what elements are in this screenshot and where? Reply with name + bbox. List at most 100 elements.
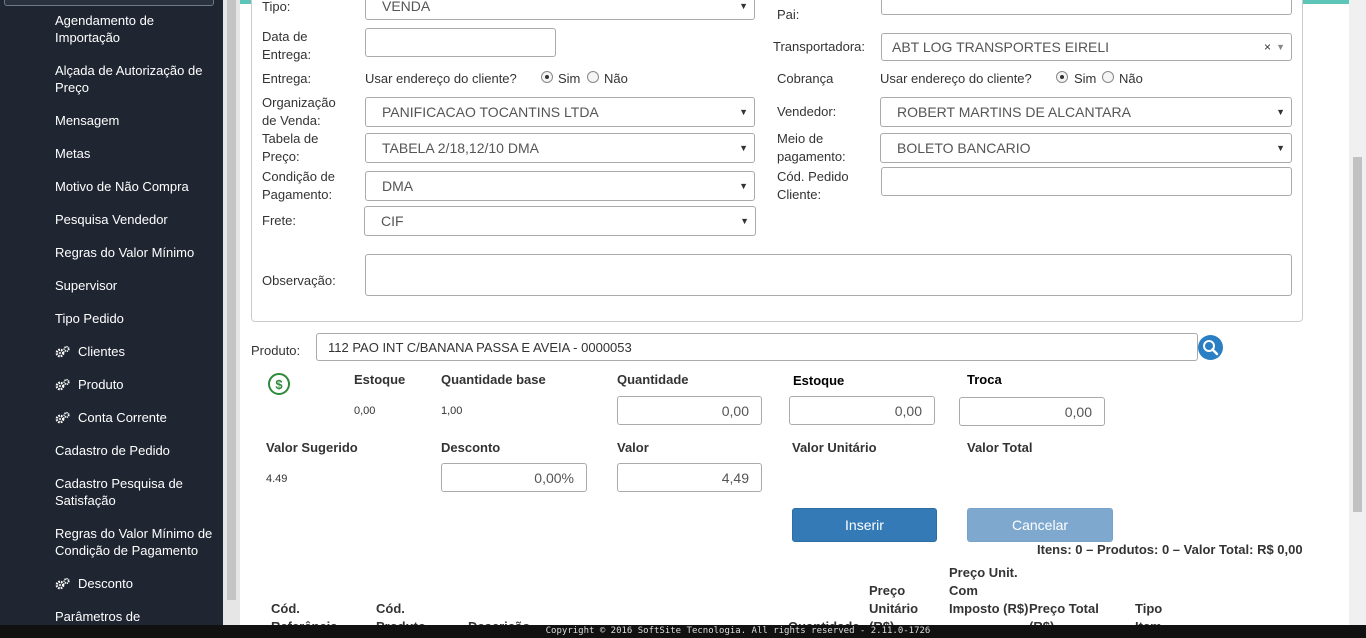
sidebar-item-cadastro-pedido[interactable]: Cadastro de Pedido [55,442,215,459]
cod-pedido-label: Cód. Pedido Cliente: [777,169,849,202]
observacao-textarea[interactable] [365,254,1292,296]
sidebar-item-regras-valor-minimo[interactable]: Regras do Valor Mínimo [55,244,215,261]
sidebar-item-produto[interactable]: Produto [55,376,215,393]
sidebar-item-pesquisa-vendedor[interactable]: Pesquisa Vendedor [55,211,215,228]
sidebar-item-supervisor[interactable]: Supervisor [55,277,215,294]
footer-copyright: Copyright © 2016 SoftSite Tecnologia. Al… [0,625,1366,638]
sidebar-item-label: Desconto [78,576,133,591]
search-button[interactable] [1198,335,1223,360]
tabela-preco-value: TABELA 2/18,12/10 DMA [382,140,539,156]
vendedor-label: Vendedor: [777,104,837,119]
sidebar-scrollbar[interactable] [223,0,240,638]
produto-label: Produto: [251,343,301,358]
produto-input[interactable]: 112 PAO INT C/BANANA PASSA E AVEIA - 000… [316,333,1198,361]
transportadora-value: ABT LOG TRANSPORTES EIRELI [892,39,1110,55]
sidebar-selected-item[interactable] [4,0,214,6]
sidebar-item-label: Mensagem [55,113,120,128]
sidebar-item-tipo-pedido[interactable]: Tipo Pedido [55,310,215,327]
sidebar-item-label: Clientes [78,344,125,359]
entrega-label: Entrega: [262,71,312,86]
sidebar-item-label: Tipo Pedido [55,311,124,326]
main-content: Tipo: VENDA ▼ Pai: Data de Entrega: Tran… [240,0,1349,626]
cobranca-sim-radio[interactable] [1056,71,1068,83]
estoque-troca-label: Estoque [793,373,845,388]
qtd-base-value: 1,00 [441,405,463,417]
sidebar-item-label: Alçada de Autorização de Preço [55,63,203,95]
vendedor-select[interactable]: ROBERT MARTINS DE ALCANTARA ▼ [880,97,1292,127]
observacao-label: Observação: [262,273,336,288]
clear-icon[interactable]: × [1264,40,1271,54]
org-venda-label: Organização de Venda: [262,95,336,128]
frete-select[interactable]: CIF ▼ [364,206,756,236]
sidebar-scrollbar-thumb[interactable] [227,0,236,600]
tipo-select[interactable]: VENDA ▼ [365,0,755,20]
sidebar-item-clientes[interactable]: Clientes [55,343,215,360]
chevron-down-icon: ▼ [1276,143,1285,153]
chevron-down-icon: ▼ [739,1,748,11]
col-tipo-item: Tipo Item [1135,601,1163,626]
meio-pagamento-label: Meio de pagamento: [777,131,846,164]
entrega-usar-endereco-label: Usar endereço do cliente? [365,71,517,86]
col-preco-unit-imposto: Preço Unit. Com Imposto (R$) [949,565,1029,616]
tabela-preco-select[interactable]: TABELA 2/18,12/10 DMA ▼ [365,133,755,163]
entrega-nao-radio[interactable] [587,71,599,83]
sidebar-item-desconto[interactable]: Desconto [55,575,215,592]
col-cod-referencia: Cód. Referência [271,601,337,626]
sidebar-item-parametros[interactable]: Parâmetros de [55,608,215,625]
sidebar-item-label: Produto [78,377,124,392]
estoque-troca-field[interactable]: 0,00 [789,396,935,425]
gears-icon [55,378,70,391]
pai-field[interactable] [881,0,1292,15]
page-scrollbar-thumb[interactable] [1353,157,1362,512]
sidebar-item-agendamento[interactable]: Agendamento de Importação [55,12,215,46]
sidebar-item-label: Cadastro Pesquisa de Satisfação [55,476,183,508]
cobranca-nao-radio[interactable] [1102,71,1114,83]
items-table-header: Cód. Referência Cód. Produto Descrição Q… [240,560,1349,626]
sidebar-item-motivo[interactable]: Motivo de Não Compra [55,178,215,195]
desconto-label: Desconto [441,440,501,455]
troca-label: Troca [967,372,1002,387]
desconto-field[interactable]: 0,00% [441,463,587,492]
inserir-button[interactable]: Inserir [792,508,937,542]
page-scrollbar[interactable] [1349,0,1366,625]
quantidade-field[interactable]: 0,00 [617,396,762,425]
cobranca-sim-label: Sim [1074,71,1097,86]
chevron-down-icon: ▼ [739,107,748,117]
vendedor-value: ROBERT MARTINS DE ALCANTARA [897,104,1131,120]
condicao-select[interactable]: DMA ▼ [365,171,755,201]
sidebar-item-cadastro-pesquisa[interactable]: Cadastro Pesquisa de Satisfação [55,475,215,509]
valor-sugerido-value: 4.49 [266,473,288,485]
sidebar-item-mensagem[interactable]: Mensagem [55,112,215,129]
entrega-sim-label: Sim [558,71,581,86]
order-summary: Itens: 0 – Produtos: 0 – Valor Total: R$… [1037,542,1303,557]
meio-pagamento-select[interactable]: BOLETO BANCARIO ▼ [880,133,1292,163]
sidebar-item-label: Motivo de Não Compra [55,179,189,194]
chevron-down-icon: ▼ [740,216,749,226]
troca-field[interactable]: 0,00 [959,397,1105,426]
sidebar-item-alcada[interactable]: Alçada de Autorização de Preço [55,62,215,96]
transportadora-select[interactable]: ABT LOG TRANSPORTES EIRELI × ▼ [881,33,1292,61]
tipo-label: Tipo: [262,0,291,14]
cancelar-button[interactable]: Cancelar [967,508,1113,542]
qtd-base-label: Quantidade base [441,372,546,387]
sidebar-item-label: Agendamento de Importação [55,13,155,45]
entrega-sim-radio[interactable] [541,71,553,83]
valor-unitario-label: Valor Unitário [792,440,877,455]
chevron-down-icon: ▼ [739,181,748,191]
sidebar-item-label: Conta Corrente [78,410,167,425]
sidebar-item-label: Parâmetros de [55,609,141,624]
sidebar-item-regras-condicao[interactable]: Regras do Valor Mínimo de Condição de Pa… [55,525,215,559]
sidebar-item-label: Metas [55,146,91,161]
tipo-value: VENDA [382,0,431,14]
org-venda-select[interactable]: PANIFICACAO TOCANTINS LTDA ▼ [365,97,755,127]
valor-field[interactable]: 4,49 [617,463,762,492]
sidebar-item-conta-corrente[interactable]: Conta Corrente [55,409,215,426]
data-entrega-field[interactable] [365,28,556,57]
sidebar-item-metas[interactable]: Metas [55,145,215,162]
entrega-nao-label: Não [604,71,628,86]
estoque-label: Estoque [354,372,406,387]
cod-pedido-field[interactable] [881,167,1292,196]
frete-label: Frete: [262,213,296,228]
gears-icon [55,577,70,590]
col-preco-unitario: Preço Unitário (R$) [869,583,919,626]
